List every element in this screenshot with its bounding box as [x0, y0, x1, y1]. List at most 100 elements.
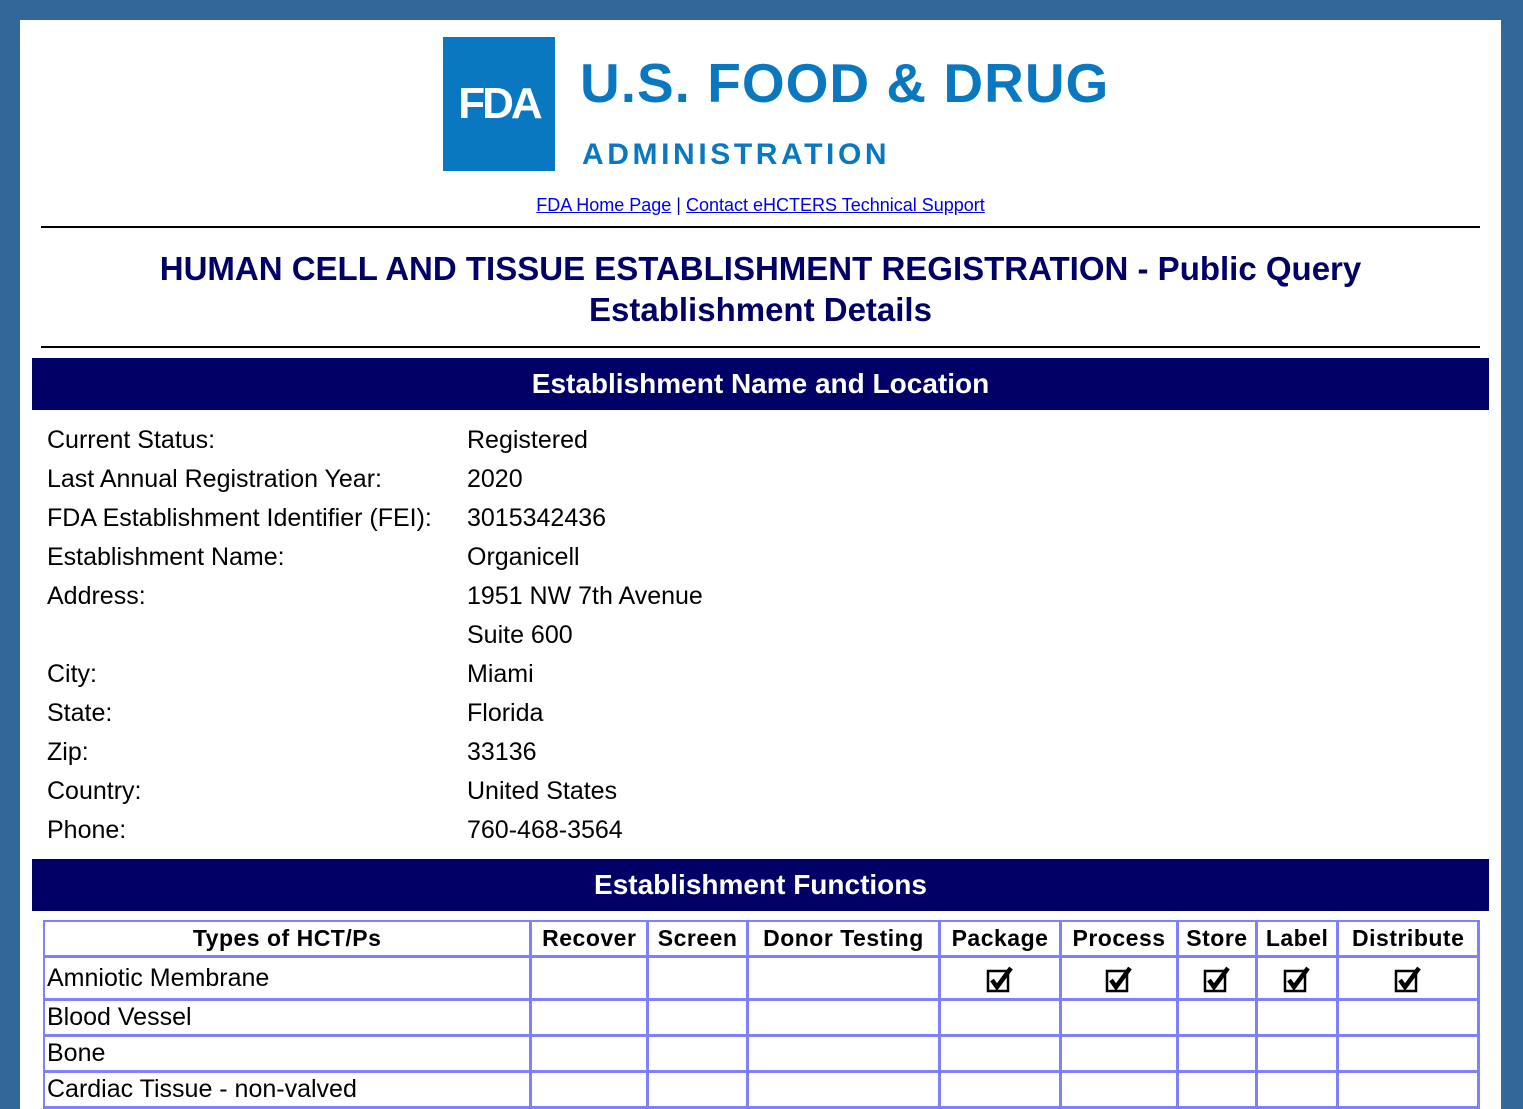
empty-cell	[649, 1037, 749, 1073]
functions-table-header: Types of HCT/Ps Recover Screen Donor Testin…	[45, 922, 1480, 958]
page-title-line1: HUMAN CELL AND TISSUE ESTABLISHMENT REGI…	[159, 250, 1362, 287]
detail-row: Country: United States	[47, 772, 703, 811]
detail-row: Phone: 760-468-3564	[47, 811, 703, 850]
checkmark-cell	[1179, 958, 1258, 1001]
detail-row: Suite 600	[47, 616, 703, 655]
empty-cell	[941, 1001, 1063, 1037]
detail-value: 3015342436	[467, 504, 607, 532]
detail-row: City: Miami	[47, 655, 703, 694]
detail-label: Phone:	[47, 816, 127, 844]
fda-logo-line1: U.S. FOOD & DRUG	[580, 52, 1110, 114]
empty-cell	[1339, 1037, 1480, 1073]
detail-label: Zip:	[47, 738, 89, 766]
detail-value: United States	[467, 777, 618, 805]
detail-value: Organicell	[467, 543, 580, 571]
page-content: FDA U.S. FOOD & DRUG ADMINISTRATION FDA …	[20, 20, 1501, 1109]
column-header: Process	[1062, 922, 1180, 958]
top-links: FDA Home Page | Contact eHCTERS Technica…	[20, 195, 1501, 216]
checkbox-checked-icon	[1105, 962, 1133, 995]
empty-cell	[1257, 1001, 1340, 1037]
hctp-type-cell: Cardiac Tissue - non-valved	[45, 1073, 533, 1109]
detail-label: Current Status:	[47, 426, 216, 454]
checkbox-checked-icon	[1283, 962, 1311, 995]
checkmark-cell	[1062, 958, 1180, 1001]
empty-cell	[1062, 1001, 1180, 1037]
empty-cell	[941, 1073, 1063, 1109]
detail-label: Address:	[47, 582, 146, 610]
detail-value: Suite 600	[467, 621, 573, 649]
detail-value: 33136	[467, 738, 537, 766]
fda-logo-line2: ADMINISTRATION	[582, 138, 891, 171]
table-row: Cardiac Tissue - non-valved	[45, 1073, 1480, 1109]
empty-cell	[748, 1037, 942, 1073]
empty-cell	[532, 1001, 650, 1037]
checkmark-cell	[1257, 958, 1340, 1001]
empty-cell	[748, 1001, 942, 1037]
detail-row: FDA Establishment Identifier (FEI): 30153…	[47, 499, 703, 538]
detail-value: 2020	[467, 465, 523, 493]
column-header: Package	[941, 922, 1063, 958]
empty-cell	[532, 1073, 650, 1109]
detail-value: 1951 NW 7th Avenue	[467, 582, 703, 610]
section-header-name-location: Establishment Name and Location	[32, 358, 1489, 410]
detail-value: Miami	[467, 660, 534, 688]
fda-logo[interactable]: FDA U.S. FOOD & DRUG ADMINISTRATION	[443, 37, 1108, 172]
empty-cell	[748, 958, 942, 1001]
empty-cell	[1062, 1037, 1180, 1073]
link-separator: |	[676, 195, 681, 215]
empty-cell	[649, 1073, 749, 1109]
empty-cell	[532, 1037, 650, 1073]
empty-cell	[1257, 1073, 1340, 1109]
page-title-line2: Establishment Details	[589, 291, 932, 328]
fda-logo-mark: FDA	[443, 37, 555, 171]
empty-cell	[1062, 1073, 1180, 1109]
divider-title	[41, 346, 1480, 348]
column-header: Store	[1179, 922, 1258, 958]
detail-label: City:	[47, 660, 97, 688]
detail-row: Last Annual Registration Year: 2020	[47, 460, 703, 499]
detail-row: Establishment Name: Organicell	[47, 538, 703, 577]
empty-cell	[1257, 1037, 1340, 1073]
hctp-type-cell: Amniotic Membrane	[45, 958, 533, 1001]
empty-cell	[649, 958, 749, 1001]
detail-row: Zip: 33136	[47, 733, 703, 772]
establishment-details: Current Status: Registered Last Annual Reg…	[47, 421, 703, 850]
detail-label: Last Annual Registration Year:	[47, 465, 382, 493]
detail-label: Establishment Name:	[47, 543, 285, 571]
column-header: Types of HCT/Ps	[45, 922, 533, 958]
detail-value: Registered	[467, 426, 588, 454]
column-header: Label	[1257, 922, 1340, 958]
empty-cell	[748, 1073, 942, 1109]
detail-value: Florida	[467, 699, 544, 727]
checkbox-checked-icon	[1203, 962, 1231, 995]
page-title: HUMAN CELL AND TISSUE ESTABLISHMENT REGI…	[20, 248, 1501, 330]
hctp-type-cell: Bone	[45, 1037, 533, 1073]
empty-cell	[532, 958, 650, 1001]
fda-home-link[interactable]: FDA Home Page	[536, 195, 671, 215]
column-header: Donor Testing	[748, 922, 942, 958]
checkbox-checked-icon	[986, 962, 1014, 995]
technical-support-link[interactable]: Contact eHCTERS Technical Support	[686, 195, 985, 215]
functions-table: Types of HCT/Ps Recover Screen Donor Testin…	[43, 920, 1480, 1109]
section-header-functions: Establishment Functions	[32, 859, 1489, 911]
empty-cell	[1179, 1073, 1258, 1109]
checkbox-checked-icon	[1394, 962, 1422, 995]
detail-label: FDA Establishment Identifier (FEI):	[47, 504, 432, 532]
empty-cell	[1339, 1001, 1480, 1037]
hctp-type-cell: Blood Vessel	[45, 1001, 533, 1037]
divider-top	[41, 226, 1480, 228]
empty-cell	[649, 1001, 749, 1037]
detail-label	[47, 616, 467, 655]
detail-value: 760-468-3564	[467, 816, 623, 844]
detail-label: Country:	[47, 777, 142, 805]
column-header: Distribute	[1339, 922, 1480, 958]
table-row: Amniotic Membrane	[45, 958, 1480, 1001]
checkmark-cell	[941, 958, 1063, 1001]
table-row: Blood Vessel	[45, 1001, 1480, 1037]
empty-cell	[941, 1037, 1063, 1073]
empty-cell	[1339, 1073, 1480, 1109]
column-header: Recover	[532, 922, 650, 958]
detail-label: State:	[47, 699, 113, 727]
detail-row: Current Status: Registered	[47, 421, 703, 460]
detail-row: State: Florida	[47, 694, 703, 733]
